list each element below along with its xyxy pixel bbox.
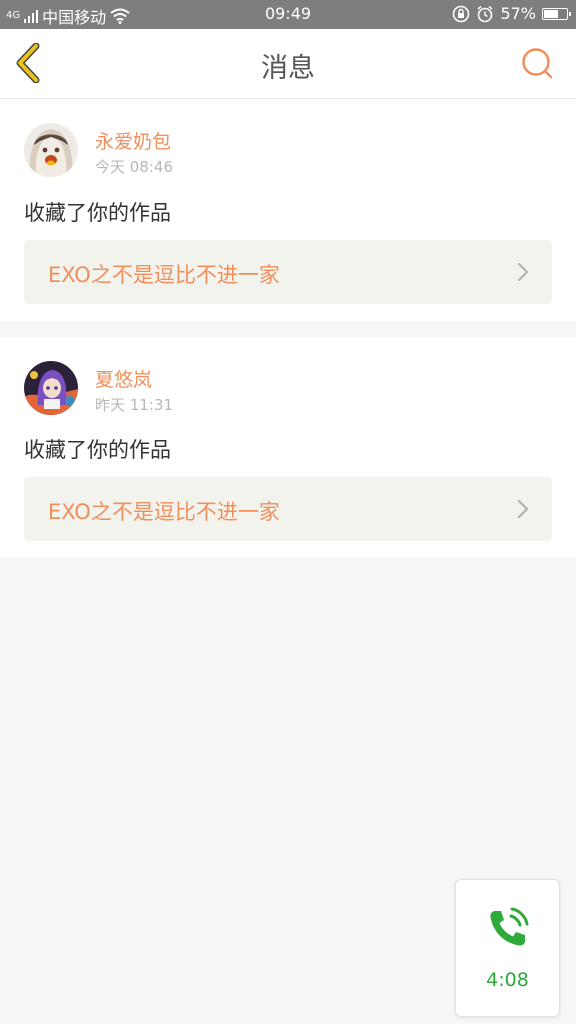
avatar[interactable]: [24, 123, 78, 177]
work-link[interactable]: EXO之不是逗比不进一家: [24, 477, 552, 541]
username[interactable]: 永爱奶包: [95, 127, 171, 154]
chevron-right-icon: [517, 262, 529, 282]
battery-icon: [542, 7, 571, 20]
work-title: EXO之不是逗比不进一家: [48, 263, 280, 287]
page-title: 消息: [261, 53, 315, 84]
work-title: EXO之不是逗比不进一家: [48, 500, 280, 524]
username[interactable]: 夏悠岚: [95, 365, 152, 392]
status-bar: 4G 中国移动 09:49 57%: [0, 0, 576, 29]
lock-rotation-icon: [453, 5, 470, 22]
call-widget[interactable]: 4:08: [455, 879, 560, 1017]
chevron-right-icon: [517, 499, 529, 519]
alarm-icon: [477, 5, 493, 22]
action-text: 收藏了你的作品: [24, 438, 171, 462]
message-card: 夏悠岚 昨天 11:31 收藏了你的作品 EXO之不是逗比不进一家: [0, 337, 576, 557]
battery-percent: 57%: [500, 4, 536, 23]
call-duration: 4:08: [486, 969, 529, 991]
header: 消息: [0, 29, 576, 99]
avatar-image: [24, 123, 78, 177]
battery-level: [544, 9, 558, 18]
message-time: 昨天 11:31: [95, 396, 173, 414]
avatar[interactable]: [24, 361, 78, 415]
status-right: 57%: [452, 4, 571, 23]
message-card: 永爱奶包 今天 08:46 收藏了你的作品 EXO之不是逗比不进一家: [0, 99, 576, 321]
search-icon[interactable]: [520, 46, 554, 80]
message-time: 今天 08:46: [95, 158, 173, 176]
avatar-image: [24, 361, 78, 415]
work-link[interactable]: EXO之不是逗比不进一家: [24, 240, 552, 304]
action-text: 收藏了你的作品: [24, 201, 171, 225]
phone-call-icon: [490, 907, 529, 946]
